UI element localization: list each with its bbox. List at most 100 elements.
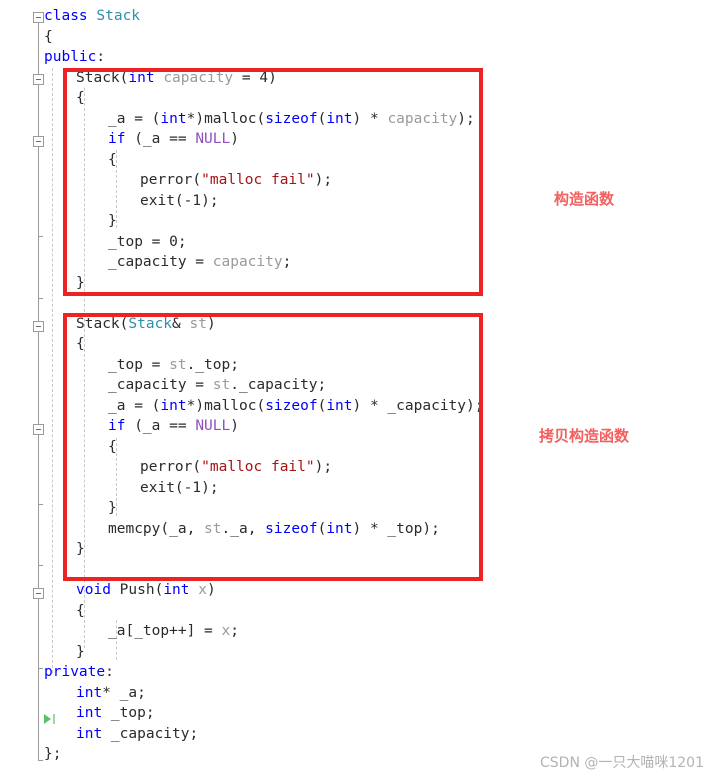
code-line-text: int _capacity; bbox=[76, 724, 198, 745]
code-line[interactable]: } bbox=[0, 539, 714, 560]
code-line[interactable]: _top = 0; bbox=[0, 232, 714, 253]
code-line[interactable]: int* _a; bbox=[0, 683, 714, 704]
code-line[interactable]: _capacity = capacity; bbox=[0, 252, 714, 273]
code-token: : bbox=[105, 664, 114, 680]
code-line[interactable] bbox=[0, 293, 714, 314]
code-token: { bbox=[76, 90, 85, 106]
code-line[interactable]: { bbox=[0, 601, 714, 622]
code-token: x bbox=[198, 582, 207, 598]
code-line[interactable]: class Stack bbox=[0, 6, 714, 27]
code-line-text: exit(-1); bbox=[140, 191, 219, 212]
code-token: ( bbox=[154, 582, 164, 598]
code-token: ( bbox=[256, 397, 266, 414]
code-lines[interactable]: class Stack{public: Stack(int capacity = … bbox=[0, 6, 714, 765]
code-line[interactable]: void Push(int x) bbox=[0, 580, 714, 601]
code-token: ) bbox=[206, 582, 216, 598]
code-line-text: _top = 0; bbox=[108, 232, 187, 253]
code-token: int bbox=[128, 69, 155, 86]
code-line[interactable]: { bbox=[0, 334, 714, 355]
code-token: (_a, bbox=[160, 520, 205, 537]
code-line-text: { bbox=[76, 601, 85, 622]
code-token: ); bbox=[314, 172, 333, 188]
code-line[interactable]: { bbox=[0, 150, 714, 171]
code-token: st bbox=[212, 377, 231, 393]
code-line-text: } bbox=[108, 211, 117, 232]
code-line-text: _a[_top++] = x; bbox=[108, 621, 239, 642]
code-line-text: _a = (int*)malloc(sizeof(int) * _capacit… bbox=[108, 396, 483, 417]
code-token: { bbox=[76, 602, 85, 619]
code-line[interactable]: _a = (int*)malloc(sizeof(int) * capacity… bbox=[0, 109, 714, 130]
code-token: capacity bbox=[387, 110, 458, 127]
code-line[interactable]: perror("malloc fail"); bbox=[0, 457, 714, 478]
code-token: x bbox=[221, 623, 231, 639]
code-line-text: }; bbox=[44, 744, 61, 765]
code-token: capacity bbox=[163, 69, 234, 86]
code-token: "malloc fail" bbox=[201, 172, 315, 188]
code-line[interactable]: _a = (int*)malloc(sizeof(int) * _capacit… bbox=[0, 396, 714, 417]
code-line[interactable]: Stack(int capacity = 4) bbox=[0, 68, 714, 89]
code-line-text: class Stack bbox=[44, 6, 140, 27]
code-token: malloc bbox=[204, 110, 257, 127]
code-token: sizeof bbox=[265, 397, 318, 414]
code-token: { bbox=[108, 438, 117, 455]
code-line[interactable]: if (_a == NULL) bbox=[0, 129, 714, 150]
code-token: ( bbox=[317, 520, 327, 537]
code-token: int bbox=[326, 397, 353, 414]
constructor-annotation: 构造函数 bbox=[554, 190, 615, 208]
code-line[interactable]: } bbox=[0, 211, 714, 232]
code-line[interactable]: int _capacity; bbox=[0, 724, 714, 745]
code-line[interactable]: _capacity = st._capacity; bbox=[0, 375, 714, 396]
code-token: "malloc fail" bbox=[201, 459, 315, 475]
code-token: ); bbox=[314, 459, 333, 475]
code-line[interactable] bbox=[0, 560, 714, 581]
code-line-text: _top = st._top; bbox=[108, 355, 239, 376]
code-token: class bbox=[44, 8, 88, 24]
code-line-text: exit(-1); bbox=[140, 478, 219, 499]
code-line[interactable]: _a[_top++] = x; bbox=[0, 621, 714, 642]
code-token: } bbox=[76, 274, 85, 291]
code-token: perror bbox=[140, 459, 193, 475]
code-token: ._top; bbox=[186, 356, 239, 373]
code-line-text: _capacity = capacity; bbox=[108, 252, 291, 273]
code-line[interactable]: _top = st._top; bbox=[0, 355, 714, 376]
code-token: *) bbox=[186, 110, 205, 127]
code-line[interactable]: private: bbox=[0, 662, 714, 683]
code-token: (_a == bbox=[125, 418, 196, 434]
code-line-text: { bbox=[76, 334, 85, 355]
code-token: ) * bbox=[352, 110, 388, 127]
code-editor-canvas: class Stack{public: Stack(int capacity = … bbox=[0, 0, 714, 780]
code-token: st bbox=[189, 315, 207, 332]
code-token: ) bbox=[268, 69, 277, 86]
code-token: capacity bbox=[212, 254, 283, 270]
code-line[interactable]: } bbox=[0, 273, 714, 294]
code-token: { bbox=[108, 151, 117, 168]
csdn-watermark: CSDN @一只大喵咪1201 bbox=[540, 755, 704, 771]
code-token: ) bbox=[230, 131, 239, 147]
code-line[interactable]: int _top; bbox=[0, 703, 714, 724]
code-token: Stack bbox=[76, 69, 120, 86]
code-line[interactable]: memcpy(_a, st._a, sizeof(int) * _top); bbox=[0, 519, 714, 540]
code-token: ) bbox=[230, 418, 239, 434]
code-line[interactable]: } bbox=[0, 498, 714, 519]
code-line[interactable]: Stack(Stack& st) bbox=[0, 314, 714, 335]
code-line-text: { bbox=[108, 150, 117, 171]
code-token: ; bbox=[230, 623, 239, 639]
copy-constructor-annotation: 拷贝构造函数 bbox=[539, 427, 630, 445]
code-line-text: perror("malloc fail"); bbox=[140, 170, 332, 191]
code-token: sizeof bbox=[265, 520, 318, 537]
code-line[interactable]: { bbox=[0, 88, 714, 109]
code-token: ; bbox=[177, 233, 187, 250]
code-token: 4 bbox=[259, 69, 269, 86]
code-token: _capacity = bbox=[108, 377, 213, 393]
code-line[interactable]: public: bbox=[0, 47, 714, 68]
code-line[interactable]: { bbox=[0, 27, 714, 48]
code-line-text: int _top; bbox=[76, 703, 155, 724]
code-token: ); bbox=[457, 110, 475, 127]
code-line-text: _capacity = st._capacity; bbox=[108, 375, 326, 396]
code-token: _top = bbox=[108, 233, 170, 250]
code-line[interactable]: } bbox=[0, 642, 714, 663]
code-token: st bbox=[169, 356, 187, 373]
code-line[interactable]: exit(-1); bbox=[0, 478, 714, 499]
code-line-text: perror("malloc fail"); bbox=[140, 457, 332, 478]
